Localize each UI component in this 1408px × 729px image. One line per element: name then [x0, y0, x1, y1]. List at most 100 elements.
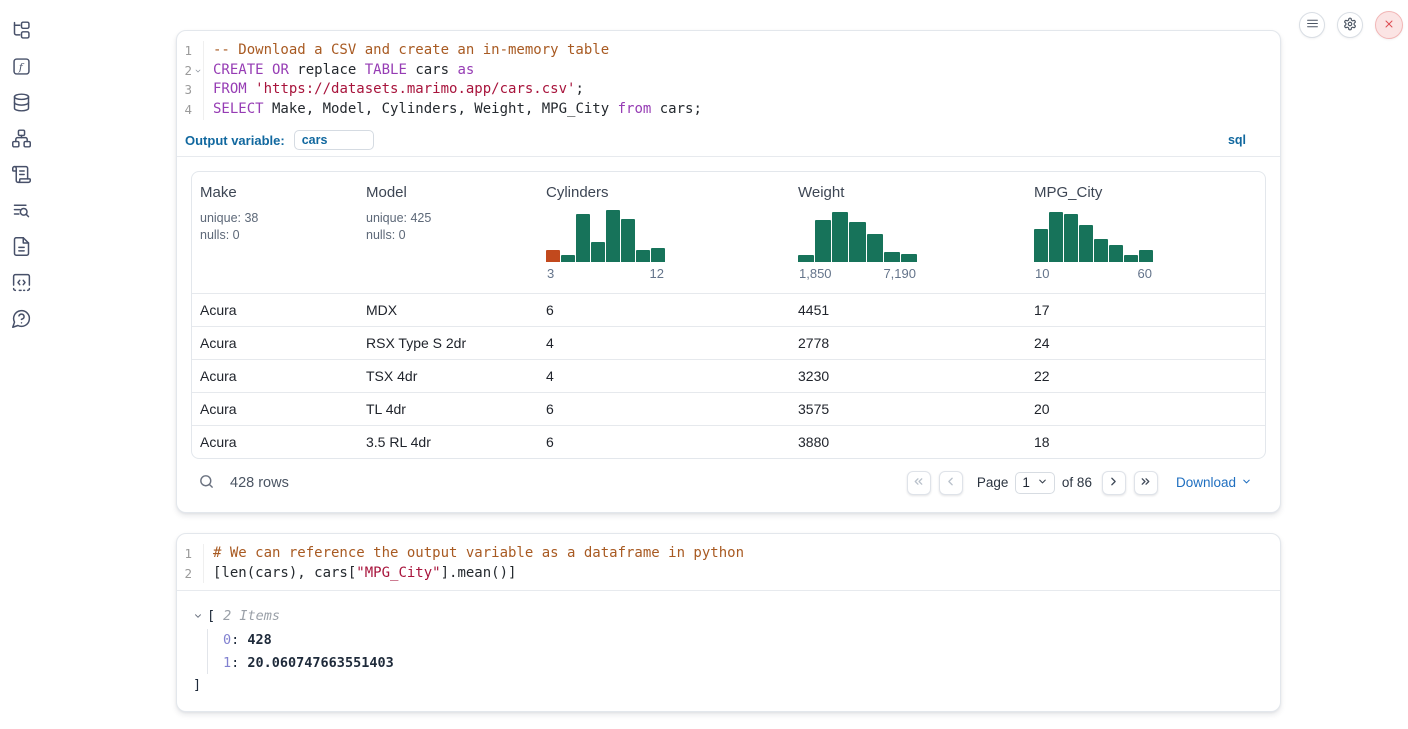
- data-table: Makeunique: 38nulls: 0Modelunique: 425nu…: [191, 171, 1266, 459]
- column-stat: unique: 425: [366, 210, 530, 227]
- download-button[interactable]: Download: [1176, 475, 1252, 490]
- sidebar-item-datasources[interactable]: [9, 93, 33, 115]
- table-search-button[interactable]: [198, 473, 215, 493]
- column-header-weight[interactable]: Weight1,8507,190: [790, 172, 1026, 293]
- first-page-button[interactable]: [907, 471, 931, 495]
- hamburger-menu-icon: [1306, 17, 1319, 33]
- notebook-actions: [1299, 11, 1403, 39]
- histogram-cylinders: 312: [546, 209, 665, 281]
- python-code-editor[interactable]: 1# We can reference the output variable …: [177, 534, 1280, 590]
- histogram-bars: [546, 209, 665, 262]
- sidebar-item-logs[interactable]: [9, 201, 33, 223]
- table-cell: 4: [538, 368, 790, 384]
- tree-entries: 0: 4281: 20.060747663551403: [207, 629, 1264, 674]
- column-header-model[interactable]: Model unique: 425nulls: 0: [358, 172, 538, 293]
- menu-button[interactable]: [1299, 12, 1325, 38]
- table-cell: Acura: [192, 368, 358, 384]
- sidebar-item-dependencies[interactable]: [9, 129, 33, 151]
- histogram-bar: [884, 252, 900, 262]
- output-variable-row: Output variable: sql: [177, 127, 1280, 157]
- chevrons-left-icon: [912, 475, 925, 491]
- tree-entry-key: 1: [223, 655, 231, 671]
- column-header-mpg_city[interactable]: MPG_City1060: [1026, 172, 1265, 293]
- fold-chevron-icon[interactable]: [192, 65, 203, 77]
- histogram-bar: [1049, 212, 1063, 262]
- histogram-axis: 10 60: [1034, 266, 1153, 281]
- svg-text:f: f: [17, 61, 24, 73]
- column-stat: nulls: 0: [200, 227, 350, 244]
- python-result-output: [ 2 Items 0: 4281: 20.060747663551403 ]: [177, 590, 1280, 704]
- table-cell: 2778: [790, 335, 1026, 351]
- table-row[interactable]: AcuraMDX6445117: [192, 293, 1265, 326]
- tree-root-row: [ 2 Items: [193, 606, 1264, 626]
- open-bracket: [: [207, 608, 215, 624]
- table-cell: MDX: [358, 302, 538, 318]
- table-footer: 428 rows Page 1 of 86: [191, 468, 1266, 498]
- python-cell: 1# We can reference the output variable …: [176, 533, 1281, 712]
- histogram-bar: [576, 214, 590, 262]
- table-cell: 22: [1026, 368, 1265, 384]
- page-select[interactable]: 1: [1015, 472, 1055, 494]
- table-row[interactable]: AcuraTL 4dr6357520: [192, 392, 1265, 425]
- previous-page-button[interactable]: [939, 471, 963, 495]
- axis-max-label: 60: [1138, 266, 1152, 281]
- table-cell: TL 4dr: [358, 401, 538, 417]
- sidebar-item-snippets[interactable]: [9, 273, 33, 295]
- collapse-toggle-button[interactable]: [193, 609, 203, 624]
- histogram-bar: [901, 254, 917, 262]
- table-cell: 24: [1026, 335, 1265, 351]
- table-row[interactable]: AcuraRSX Type S 2dr4277824: [192, 326, 1265, 359]
- sidebar-item-help[interactable]: [9, 309, 33, 331]
- histogram-bar: [1094, 239, 1108, 262]
- column-header-make[interactable]: Makeunique: 38nulls: 0: [192, 172, 358, 293]
- table-row[interactable]: Acura3.5 RL 4dr6388018: [192, 425, 1265, 458]
- column-label: Make: [200, 184, 350, 201]
- column-label: Model: [366, 184, 530, 201]
- code-line: 4SELECT Make, Model, Cylinders, Weight, …: [177, 100, 1280, 120]
- list-item: 1: 20.060747663551403: [223, 652, 1264, 675]
- file-tree-icon: [11, 20, 32, 44]
- last-page-button[interactable]: [1134, 471, 1158, 495]
- table-header-row: Makeunique: 38nulls: 0Modelunique: 425nu…: [192, 172, 1265, 293]
- table-cell: 20: [1026, 401, 1265, 417]
- histogram-bar: [798, 255, 814, 262]
- close-bracket: ]: [193, 676, 1264, 694]
- axis-max-label: 7,190: [883, 266, 916, 281]
- column-label: Cylinders: [546, 184, 782, 201]
- settings-button[interactable]: [1337, 12, 1363, 38]
- line-number: 2: [177, 564, 203, 584]
- download-label: Download: [1176, 475, 1236, 490]
- axis-min-label: 10: [1035, 266, 1049, 281]
- table-cell: 18: [1026, 434, 1265, 450]
- next-page-button[interactable]: [1102, 471, 1126, 495]
- fold-slot: [192, 548, 203, 560]
- histogram-bars: [798, 209, 917, 262]
- tree-entry-value: 428: [247, 632, 271, 648]
- histogram-bar: [636, 250, 650, 262]
- histogram-bar: [591, 242, 605, 262]
- table-cell: 6: [538, 302, 790, 318]
- table-cell: 4: [538, 335, 790, 351]
- output-variable-input[interactable]: [294, 130, 374, 150]
- fold-slot: [192, 104, 203, 116]
- sql-code-editor[interactable]: 1-- Download a CSV and create an in-memo…: [177, 31, 1280, 127]
- table-row[interactable]: AcuraTSX 4dr4323022: [192, 359, 1265, 392]
- shutdown-button[interactable]: [1375, 11, 1403, 39]
- column-stat: nulls: 0: [366, 227, 530, 244]
- column-header-cylinders[interactable]: Cylinders 312: [538, 172, 790, 293]
- axis-min-label: 1,850: [799, 266, 832, 281]
- histogram-bars: [1034, 209, 1153, 262]
- sidebar-item-outline[interactable]: [9, 165, 33, 187]
- items-count: 2 Items: [223, 608, 280, 624]
- sidebar-item-documentation[interactable]: [9, 237, 33, 259]
- function-variables-icon: f: [11, 56, 32, 80]
- table-cell: Acura: [192, 335, 358, 351]
- sidebar-item-file-explorer[interactable]: [9, 21, 33, 43]
- column-stats: unique: 425nulls: 0: [366, 210, 530, 244]
- sidebar-item-variables[interactable]: f: [9, 57, 33, 79]
- close-icon: [1383, 18, 1395, 33]
- chevrons-right-icon: [1139, 475, 1152, 491]
- histogram-mpg_city: 10 60: [1034, 209, 1153, 281]
- page-label: Page: [977, 475, 1009, 490]
- line-number: 1: [177, 544, 203, 564]
